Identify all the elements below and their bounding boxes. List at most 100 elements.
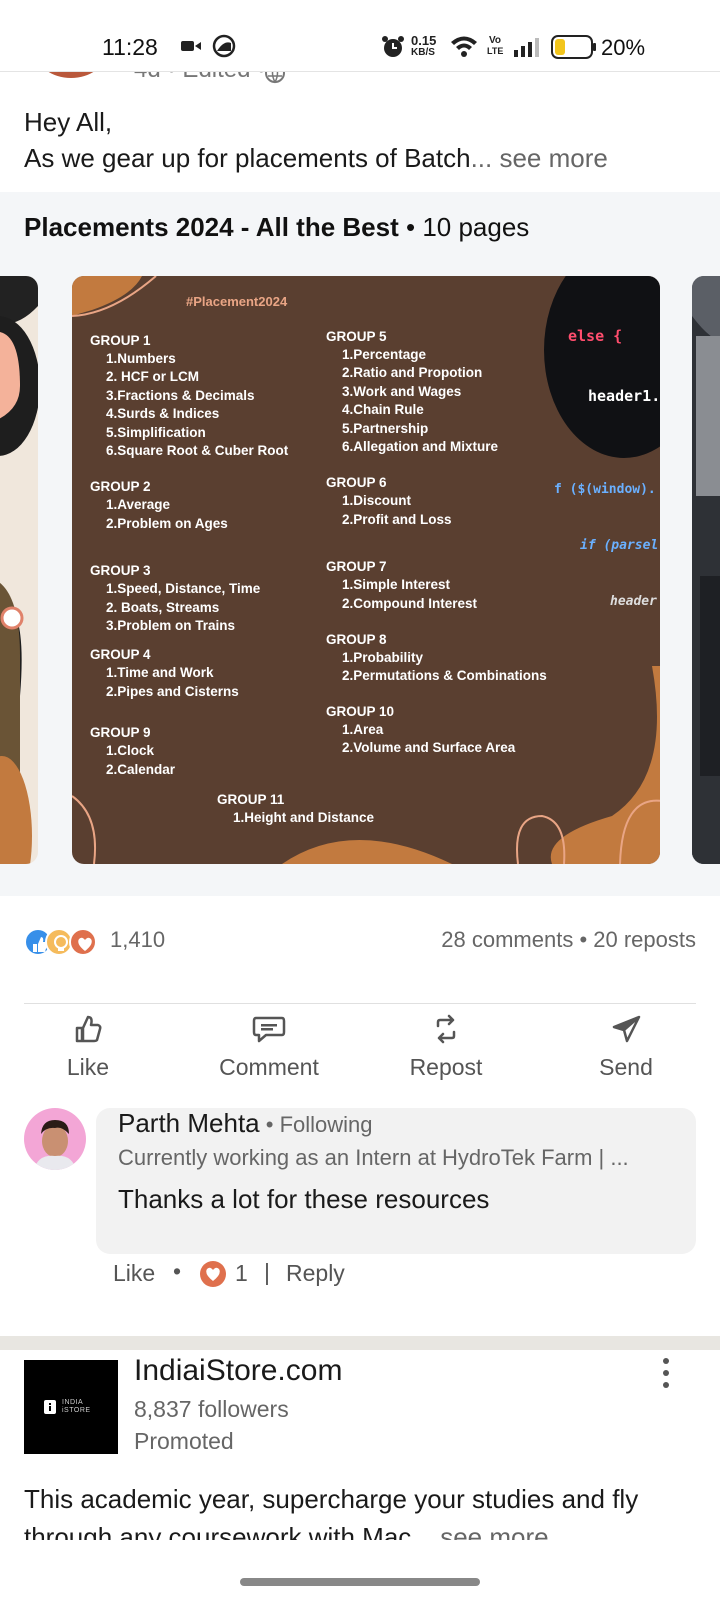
previous-slide[interactable] bbox=[0, 276, 38, 864]
slide-group-item: 6.Square Root & Cuber Root bbox=[106, 443, 289, 459]
slide-group-title: GROUP 4 bbox=[90, 647, 151, 663]
next-slide-art bbox=[692, 276, 720, 864]
send-button[interactable]: Send bbox=[586, 1014, 666, 1081]
slide-group: GROUP 2 1.Average 2.Problem on Ages bbox=[90, 477, 330, 533]
logo-mark-icon bbox=[44, 1400, 56, 1414]
promoted-text-line2: through any coursework with Mac... see m… bbox=[24, 1524, 549, 1540]
volte-bottom: LTE bbox=[487, 46, 504, 56]
see-more-link[interactable]: see more bbox=[492, 143, 607, 173]
comment-author-line: Parth Mehta • Following bbox=[118, 1108, 373, 1139]
slide-group-item: 3.Fractions & Decimals bbox=[106, 387, 255, 403]
gesture-area bbox=[0, 1540, 720, 1600]
slide-group-item: 2.Profit and Loss bbox=[342, 511, 452, 527]
slide-group-title: GROUP 7 bbox=[326, 559, 387, 575]
logo-text-top: INDIA bbox=[62, 1399, 84, 1406]
battery-icon bbox=[551, 35, 596, 59]
slide-group-item: 3.Work and Wages bbox=[342, 383, 462, 399]
feed-separator bbox=[0, 1336, 720, 1350]
divider bbox=[24, 1003, 696, 1004]
slide-group-title: GROUP 8 bbox=[326, 632, 387, 648]
comment-icon bbox=[252, 1016, 286, 1043]
slide-group-title: GROUP 2 bbox=[90, 479, 151, 495]
slide-groups-right: GROUP 5 1.Percentage 2.Ratio and Propotion… bbox=[326, 327, 626, 758]
slide-group-center: GROUP 11 1.Height and Distance bbox=[217, 790, 477, 827]
comment-relation: • Following bbox=[259, 1112, 373, 1137]
love-reaction-icon bbox=[69, 928, 97, 956]
slide-group: GROUP 9 1.Clock 2.Calendar bbox=[90, 723, 330, 779]
slide-group-title: GROUP 6 bbox=[326, 475, 387, 491]
post-ellipsis: ... bbox=[470, 143, 493, 173]
comment-text: Thanks a lot for these resources bbox=[118, 1184, 490, 1214]
comment-like-button[interactable]: Like bbox=[113, 1260, 155, 1287]
wifi-icon bbox=[451, 36, 477, 57]
send-label: Send bbox=[599, 1054, 653, 1080]
comment-author[interactable]: Parth Mehta bbox=[118, 1108, 260, 1138]
slide-group-item: 1.Simple Interest bbox=[342, 577, 451, 593]
document-pages: • 10 pages bbox=[398, 212, 530, 242]
commenter-avatar[interactable] bbox=[24, 1108, 86, 1170]
slide-group: GROUP 7 1.Simple Interest 2.Compound Inter… bbox=[326, 557, 626, 613]
slide-group-item: 1.Average bbox=[106, 497, 171, 513]
document-slide[interactable]: #Placement2024 else { header1. f ($(wind… bbox=[72, 276, 660, 864]
company-followers: 8,837 followers bbox=[134, 1396, 289, 1422]
like-icon bbox=[75, 1015, 102, 1043]
comment-button[interactable]: Comment bbox=[204, 1014, 334, 1081]
slide-group-item: 2. Boats, Streams bbox=[106, 599, 220, 615]
next-slide[interactable] bbox=[692, 276, 720, 864]
post-text-body: As we gear up for placements of Batch bbox=[24, 143, 471, 173]
promoted-see-more[interactable]: see more bbox=[440, 1524, 548, 1540]
post-text-line2: As we gear up for placements of Batch...… bbox=[24, 140, 608, 176]
comment-reaction-count[interactable]: 1 bbox=[235, 1260, 248, 1287]
comments-reposts-count[interactable]: 28 comments • 20 reposts bbox=[441, 927, 696, 953]
slide-group-item: 2.Permutations & Combinations bbox=[342, 668, 547, 684]
promoted-text-line2-clip: through any coursework with Mac... see m… bbox=[0, 1524, 720, 1540]
slide-group-item: 5.Simplification bbox=[106, 424, 206, 440]
comment-dot: • bbox=[173, 1258, 182, 1284]
repost-icon bbox=[436, 1014, 456, 1044]
like-button[interactable]: Like bbox=[40, 1014, 136, 1081]
slide-group-title: GROUP 11 bbox=[217, 792, 285, 807]
reply-button[interactable]: Reply bbox=[286, 1260, 345, 1287]
slide-group: GROUP 4 1.Time and Work 2.Pipes and Cister… bbox=[90, 645, 330, 701]
promoted-text-line1: This academic year, supercharge your stu… bbox=[24, 1484, 639, 1514]
promoted-text-body: through any coursework with Mac... bbox=[24, 1524, 433, 1540]
slide-group-title: GROUP 1 bbox=[90, 333, 151, 348]
app-notification-icon bbox=[212, 34, 236, 58]
slide-group-item: 1.Height and Distance bbox=[233, 810, 375, 825]
slide-group-item: 3.Problem on Trains bbox=[106, 618, 236, 634]
like-label: Like bbox=[66, 1054, 110, 1080]
status-bar: 11:28 0.15 KB/S Vo LTE 20% bbox=[0, 0, 720, 72]
battery-percent: 20% bbox=[601, 35, 646, 60]
cellular-signal-icon bbox=[514, 38, 539, 57]
comment-label: Comment bbox=[219, 1054, 319, 1080]
slide-group-item: 2.Compound Interest bbox=[342, 595, 478, 611]
net-speed-unit: KB/S bbox=[411, 47, 435, 58]
comment-headline: Currently working as an Intern at HydroT… bbox=[118, 1145, 629, 1170]
status-time: 11:28 bbox=[102, 34, 158, 60]
slide-group-item: 2.Pipes and Cisterns bbox=[106, 683, 239, 699]
reactions-count[interactable]: 1,410 bbox=[110, 927, 165, 953]
slide-group-item: 6.Allegation and Mixture bbox=[342, 439, 499, 455]
slide-group: GROUP 10 1.Area 2.Volume and Surface Area bbox=[326, 702, 626, 758]
slide-group-item: 4.Surds & Indices bbox=[106, 406, 220, 422]
slide-group-title: GROUP 9 bbox=[90, 725, 151, 741]
alarm-icon bbox=[382, 36, 404, 57]
love-reaction-icon bbox=[200, 1261, 226, 1287]
document-name: Placements 2024 - All the Best bbox=[24, 212, 399, 242]
slide-group-item: 1.Time and Work bbox=[106, 665, 214, 681]
slide-group-item: 2.Calendar bbox=[106, 761, 176, 777]
company-name[interactable]: IndiaiStore.com bbox=[134, 1354, 342, 1388]
volte-top: Vo bbox=[489, 35, 502, 46]
slide-hashtag: #Placement2024 bbox=[186, 294, 288, 309]
slide-group-title: GROUP 5 bbox=[326, 329, 387, 344]
more-options-icon[interactable] bbox=[656, 1356, 676, 1390]
company-logo[interactable]: INDIA iSTORE bbox=[24, 1360, 118, 1454]
slide-groups-left: GROUP 1 1.Numbers 2. HCF or LCM 3.Fractions… bbox=[90, 331, 330, 779]
home-gesture-bar[interactable] bbox=[240, 1578, 480, 1586]
slide-group-item: 1.Percentage bbox=[342, 347, 427, 362]
slide-group-title: GROUP 3 bbox=[90, 563, 151, 579]
slide-group-title: GROUP 10 bbox=[326, 703, 395, 719]
video-call-icon bbox=[181, 41, 201, 51]
repost-button[interactable]: Repost bbox=[396, 1014, 496, 1081]
repost-label: Repost bbox=[409, 1054, 483, 1080]
